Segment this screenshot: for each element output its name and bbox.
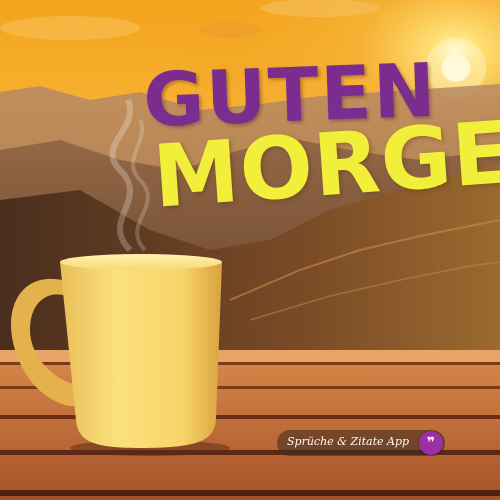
app-watermark-label: Sprüche & Zitate App xyxy=(287,435,410,448)
greeting-card: GUTEN MORGEN! Sprüche & Zitate App ❞ xyxy=(0,0,500,500)
quote-icon: ❞ xyxy=(419,431,443,455)
app-watermark: Sprüche & Zitate App ❞ xyxy=(277,430,445,456)
sunset-mountain-scene xyxy=(0,0,500,500)
